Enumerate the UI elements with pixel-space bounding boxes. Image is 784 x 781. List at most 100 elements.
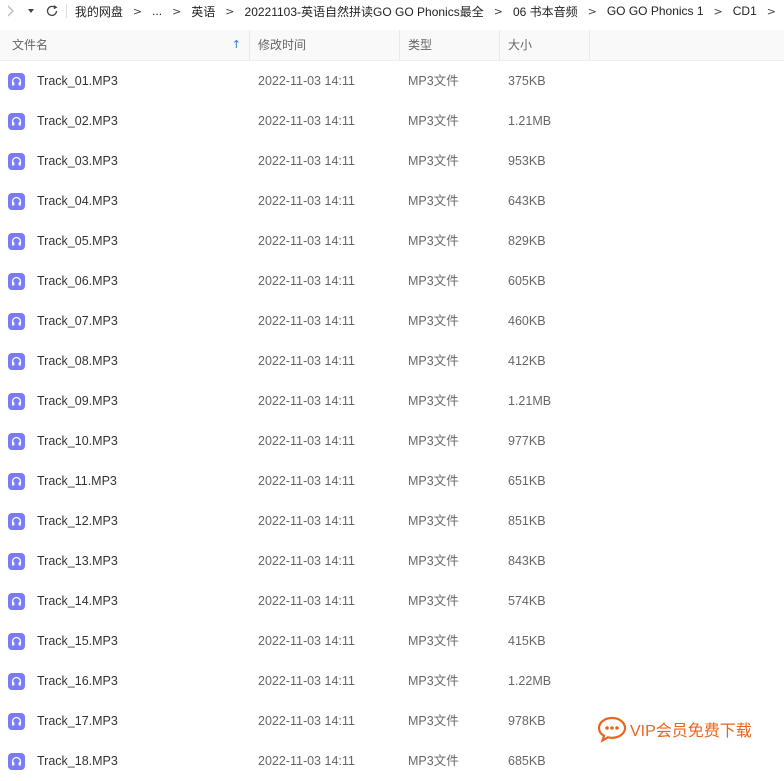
- history-dropdown-button[interactable]: [21, 0, 42, 22]
- file-modified-time: 2022-11-03 14:11: [258, 354, 355, 368]
- column-header-type[interactable]: 类型: [400, 30, 500, 60]
- breadcrumb-item-go-go-phonics-1[interactable]: GO GO Phonics 1: [605, 4, 706, 18]
- watermark-text: VIP会员免费下载: [630, 723, 752, 740]
- file-row[interactable]: Track_11.MP3 2022-11-03 14:11 MP3文件 651KB: [0, 461, 784, 501]
- file-row[interactable]: Track_04.MP3 2022-11-03 14:11 MP3文件 643KB: [0, 181, 784, 221]
- file-row[interactable]: Track_08.MP3 2022-11-03 14:11 MP3文件 412KB: [0, 341, 784, 381]
- file-name[interactable]: Track_08.MP3: [37, 341, 118, 381]
- file-size: 643KB: [508, 194, 546, 208]
- breadcrumb-separator: >: [587, 4, 597, 18]
- column-header-size[interactable]: 大小: [500, 30, 590, 60]
- column-header: 文件名 ↑ 修改时间 类型 大小: [0, 30, 784, 61]
- audio-file-icon: [8, 153, 25, 170]
- file-modified-time: 2022-11-03 14:11: [258, 474, 355, 488]
- refresh-button[interactable]: [41, 0, 62, 22]
- navigation-bar: 我的网盘 > ... > 英语 > 20221103-英语自然拼读GO GO P…: [0, 0, 784, 22]
- file-name[interactable]: Track_14.MP3: [37, 581, 118, 621]
- file-name[interactable]: Track_04.MP3: [37, 181, 118, 221]
- file-modified-time: 2022-11-03 14:11: [258, 754, 355, 768]
- file-size: 843KB: [508, 554, 546, 568]
- file-modified-time: 2022-11-03 14:11: [258, 234, 355, 248]
- file-type: MP3文件: [408, 474, 459, 488]
- file-size: 375KB: [508, 74, 546, 88]
- file-row[interactable]: Track_05.MP3 2022-11-03 14:11 MP3文件 829KB: [0, 221, 784, 261]
- file-name[interactable]: Track_16.MP3: [37, 661, 118, 701]
- file-modified-time: 2022-11-03 14:11: [258, 394, 355, 408]
- file-name[interactable]: Track_03.MP3: [37, 141, 118, 181]
- refresh-icon: [46, 5, 58, 17]
- file-name[interactable]: Track_10.MP3: [37, 421, 118, 461]
- column-header-name[interactable]: 文件名 ↑: [0, 30, 250, 60]
- file-name[interactable]: Track_09.MP3: [37, 381, 118, 421]
- file-size: 412KB: [508, 354, 546, 368]
- file-name[interactable]: Track_06.MP3: [37, 261, 118, 301]
- file-row[interactable]: Track_09.MP3 2022-11-03 14:11 MP3文件 1.21MB: [0, 381, 784, 421]
- breadcrumb: 我的网盘 > ... > 英语 > 20221103-英语自然拼读GO GO P…: [73, 3, 784, 20]
- file-row[interactable]: Track_03.MP3 2022-11-03 14:11 MP3文件 953KB: [0, 141, 784, 181]
- file-row[interactable]: Track_10.MP3 2022-11-03 14:11 MP3文件 977KB: [0, 421, 784, 461]
- file-modified-time: 2022-11-03 14:11: [258, 434, 355, 448]
- file-type: MP3文件: [408, 74, 459, 88]
- file-name[interactable]: Track_01.MP3: [37, 61, 118, 101]
- file-name[interactable]: Track_15.MP3: [37, 621, 118, 661]
- breadcrumb-item-book-audio[interactable]: 06 书本音频: [511, 3, 580, 20]
- breadcrumb-separator: >: [493, 4, 503, 18]
- file-row[interactable]: Track_12.MP3 2022-11-03 14:11 MP3文件 851KB: [0, 501, 784, 541]
- file-row[interactable]: Track_06.MP3 2022-11-03 14:11 MP3文件 605KB: [0, 261, 784, 301]
- file-row[interactable]: Track_01.MP3 2022-11-03 14:11 MP3文件 375KB: [0, 61, 784, 101]
- file-name[interactable]: Track_05.MP3: [37, 221, 118, 261]
- chevron-right-icon: [7, 5, 15, 17]
- sort-ascending-icon: ↑: [231, 38, 241, 51]
- audio-file-icon: [8, 393, 25, 410]
- file-type: MP3文件: [408, 434, 459, 448]
- file-name[interactable]: Track_07.MP3: [37, 301, 118, 341]
- file-row[interactable]: Track_16.MP3 2022-11-03 14:11 MP3文件 1.22MB: [0, 661, 784, 701]
- file-row[interactable]: Track_13.MP3 2022-11-03 14:11 MP3文件 843KB: [0, 541, 784, 581]
- audio-file-icon: [8, 713, 25, 730]
- file-type: MP3文件: [408, 314, 459, 328]
- breadcrumb-item-phonics-folder[interactable]: 20221103-英语自然拼读GO GO Phonics最全: [243, 3, 486, 20]
- breadcrumb-item-collapsed[interactable]: ...: [150, 4, 164, 18]
- audio-file-icon: [8, 673, 25, 690]
- file-type: MP3文件: [408, 634, 459, 648]
- breadcrumb-separator: >: [766, 4, 776, 18]
- breadcrumb-item-english[interactable]: 英语: [189, 3, 217, 20]
- file-name[interactable]: Track_17.MP3: [37, 701, 118, 741]
- file-row[interactable]: Track_18.MP3 2022-11-03 14:11 MP3文件 685KB: [0, 741, 784, 781]
- file-size: 605KB: [508, 274, 546, 288]
- file-size: 953KB: [508, 154, 546, 168]
- file-row[interactable]: Track_15.MP3 2022-11-03 14:11 MP3文件 415KB: [0, 621, 784, 661]
- file-modified-time: 2022-11-03 14:11: [258, 314, 355, 328]
- file-list: Track_01.MP3 2022-11-03 14:11 MP3文件 375KB Tr…: [0, 61, 784, 781]
- file-size: 460KB: [508, 314, 546, 328]
- file-type: MP3文件: [408, 394, 459, 408]
- file-name[interactable]: Track_18.MP3: [37, 741, 118, 781]
- file-type: MP3文件: [408, 594, 459, 608]
- file-name[interactable]: Track_11.MP3: [37, 461, 117, 501]
- breadcrumb-item-my-drive[interactable]: 我的网盘: [73, 3, 125, 20]
- file-type: MP3文件: [408, 354, 459, 368]
- file-name[interactable]: Track_12.MP3: [37, 501, 118, 541]
- file-row[interactable]: Track_02.MP3 2022-11-03 14:11 MP3文件 1.21MB: [0, 101, 784, 141]
- column-header-date[interactable]: 修改时间: [250, 30, 400, 60]
- file-type: MP3文件: [408, 274, 459, 288]
- breadcrumb-item-cd1[interactable]: CD1: [731, 4, 759, 18]
- file-row[interactable]: Track_07.MP3 2022-11-03 14:11 MP3文件 460KB: [0, 301, 784, 341]
- audio-file-icon: [8, 233, 25, 250]
- file-modified-time: 2022-11-03 14:11: [258, 114, 355, 128]
- file-name[interactable]: Track_13.MP3: [37, 541, 118, 581]
- column-header-size-label: 大小: [508, 38, 533, 52]
- file-size: 978KB: [508, 714, 546, 728]
- file-row[interactable]: Track_14.MP3 2022-11-03 14:11 MP3文件 574KB: [0, 581, 784, 621]
- forward-button[interactable]: [0, 0, 21, 22]
- column-header-date-label: 修改时间: [258, 38, 307, 52]
- file-modified-time: 2022-11-03 14:11: [258, 634, 355, 648]
- file-modified-time: 2022-11-03 14:11: [258, 674, 355, 688]
- file-name[interactable]: Track_02.MP3: [37, 101, 118, 141]
- file-size: 574KB: [508, 594, 546, 608]
- file-type: MP3文件: [408, 674, 459, 688]
- file-type: MP3文件: [408, 114, 459, 128]
- file-size: 851KB: [508, 514, 546, 528]
- file-type: MP3文件: [408, 514, 459, 528]
- file-size: 685KB: [508, 754, 546, 768]
